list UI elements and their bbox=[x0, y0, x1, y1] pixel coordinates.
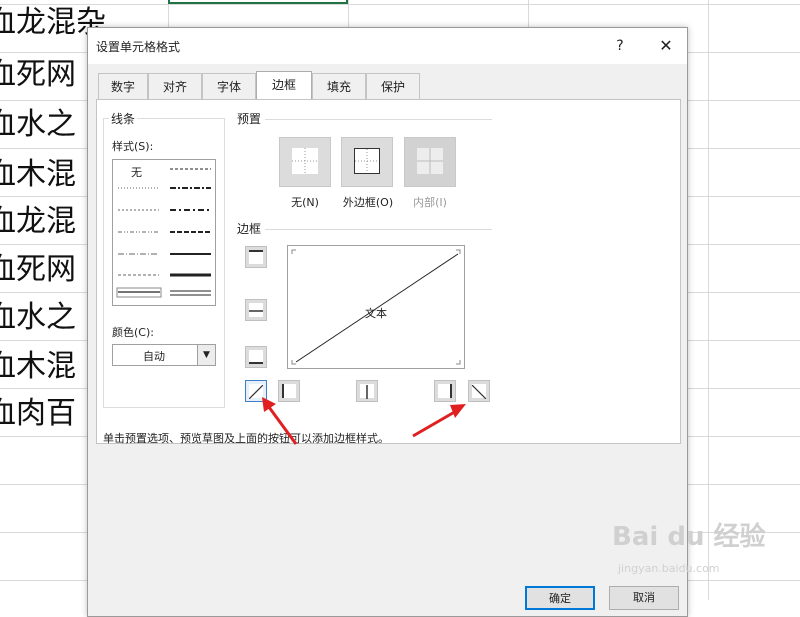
color-select[interactable]: 自动 ▼ bbox=[112, 344, 216, 366]
border-bottom-button[interactable] bbox=[245, 346, 267, 368]
tab-alignment[interactable]: 对齐 bbox=[148, 73, 202, 99]
line-style-samples[interactable] bbox=[113, 160, 215, 305]
watermark-logo: Bai du 经验 bbox=[612, 522, 766, 552]
preset-inside-button bbox=[404, 137, 456, 187]
color-label: 颜色(C): bbox=[112, 326, 154, 339]
border-inside-vertical-button[interactable] bbox=[356, 380, 378, 402]
cell-text[interactable]: 血木混 bbox=[0, 343, 76, 391]
tab-fill[interactable]: 填充 bbox=[312, 73, 366, 99]
preset-inside-icon bbox=[417, 148, 443, 174]
watermark-url: jingyan.baidu.com bbox=[618, 562, 720, 575]
close-button[interactable]: ✕ bbox=[655, 35, 677, 57]
border-right-button[interactable] bbox=[434, 380, 456, 402]
row-divider bbox=[0, 4, 800, 5]
help-button[interactable]: ? bbox=[609, 35, 631, 57]
hint-text: 单击预置选项、预览草图及上面的按钮可以添加边框样式。 bbox=[103, 432, 389, 445]
border-left-icon bbox=[282, 384, 296, 398]
cell-text[interactable]: 血水之 bbox=[0, 294, 76, 342]
border-tab-panel: 线条 样式(S): 无 颜色(C): 自动 ▼ 预置 无(N) 外边框(O) 内… bbox=[96, 99, 681, 445]
border-inside-vertical-icon bbox=[360, 384, 374, 399]
ok-button[interactable]: 确定 bbox=[525, 586, 595, 610]
border-preview[interactable]: 文本 bbox=[287, 245, 465, 369]
preset-outline-button[interactable] bbox=[341, 137, 393, 187]
preset-outline-icon bbox=[354, 148, 380, 174]
preview-text: 文本 bbox=[365, 307, 387, 320]
border-group-title: 边框 bbox=[235, 220, 264, 237]
preset-separator bbox=[265, 119, 492, 120]
tab-protection[interactable]: 保护 bbox=[366, 73, 420, 99]
border-inside-horizontal-button[interactable] bbox=[245, 299, 267, 321]
cell-text[interactable]: 血肉百 bbox=[0, 390, 76, 438]
dialog-title: 设置单元格格式 bbox=[96, 40, 181, 54]
cell-text[interactable]: 血龙混 bbox=[0, 198, 76, 246]
cancel-button[interactable]: 取消 bbox=[609, 586, 679, 610]
active-cell[interactable] bbox=[168, 0, 348, 4]
border-top-icon bbox=[249, 250, 263, 264]
border-separator bbox=[265, 229, 492, 230]
preset-none-label: 无(N) bbox=[291, 196, 319, 209]
cell-text[interactable]: 血水之 bbox=[0, 101, 76, 149]
line-style-list[interactable]: 无 bbox=[112, 159, 216, 306]
border-bottom-icon bbox=[249, 350, 263, 364]
border-left-button[interactable] bbox=[278, 380, 300, 402]
border-diagonal-down-button[interactable] bbox=[468, 380, 490, 402]
tab-number[interactable]: 数字 bbox=[98, 73, 148, 99]
chevron-down-icon[interactable]: ▼ bbox=[197, 345, 215, 365]
diagonal-up-icon bbox=[248, 384, 264, 400]
color-select-value: 自动 bbox=[143, 350, 165, 363]
cell-text[interactable]: 血死网 bbox=[0, 51, 76, 99]
preset-group-title: 预置 bbox=[235, 110, 264, 127]
cell-text[interactable]: 血木混 bbox=[0, 151, 76, 199]
tab-font[interactable]: 字体 bbox=[202, 73, 256, 99]
border-right-icon bbox=[438, 384, 452, 398]
column-divider bbox=[708, 0, 709, 600]
preset-outline-label: 外边框(O) bbox=[342, 196, 394, 209]
border-inside-horizontal-icon bbox=[249, 303, 263, 317]
diagonal-down-icon bbox=[471, 384, 487, 400]
tab-border[interactable]: 边框 bbox=[256, 71, 312, 99]
preset-inside-label: 内部(I) bbox=[413, 196, 447, 209]
preset-none-button[interactable] bbox=[279, 137, 331, 187]
line-group-title: 线条 bbox=[109, 110, 138, 127]
preset-none-icon bbox=[292, 148, 318, 174]
dialog-titlebar[interactable]: 设置单元格格式 ? ✕ bbox=[88, 28, 687, 64]
cell-text[interactable]: 血死网 bbox=[0, 246, 76, 294]
format-cells-dialog: 设置单元格格式 ? ✕ 数字 对齐 字体 边框 填充 保护 线条 样式(S): … bbox=[87, 27, 688, 617]
border-top-button[interactable] bbox=[245, 246, 267, 268]
border-diagonal-up-button[interactable] bbox=[245, 380, 267, 402]
style-label: 样式(S): bbox=[112, 140, 154, 153]
